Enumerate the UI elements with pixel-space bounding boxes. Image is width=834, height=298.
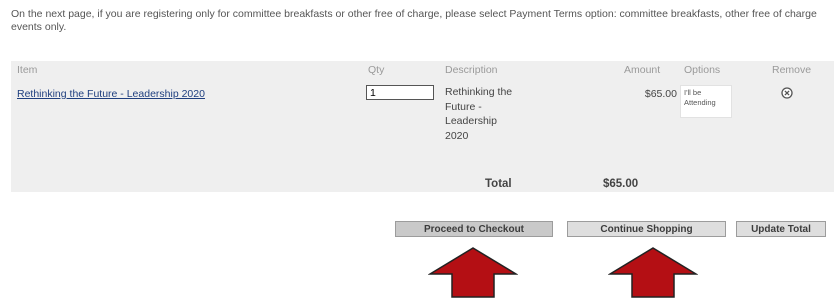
header-remove: Remove	[772, 64, 812, 76]
item-options: I'll be Attending	[680, 85, 732, 118]
quantity-input[interactable]	[366, 85, 434, 100]
proceed-to-checkout-button[interactable]: Proceed to Checkout	[395, 221, 553, 237]
total-value: $65.00	[603, 178, 639, 190]
item-description: Rethinking the Future - Leadership 2020	[445, 86, 513, 142]
up-arrow-icon	[608, 247, 698, 298]
header-item: Item	[17, 64, 38, 76]
up-arrow-icon	[428, 247, 518, 298]
update-total-button[interactable]: Update Total	[736, 221, 826, 237]
header-description: Description	[445, 64, 498, 76]
header-qty: Qty	[368, 64, 385, 76]
continue-shopping-button[interactable]: Continue Shopping	[567, 221, 726, 237]
item-amount: $65.00	[644, 88, 677, 100]
cart-table: Item Qty Description Amount Options Remo…	[11, 61, 834, 192]
payment-terms-notice: On the next page, if you are registering…	[11, 8, 817, 33]
total-label: Total	[485, 178, 512, 190]
item-link[interactable]: Rethinking the Future - Leadership 2020	[17, 88, 205, 100]
header-amount: Amount	[624, 64, 661, 76]
remove-circle-x-icon[interactable]	[781, 86, 793, 99]
header-options: Options	[684, 64, 721, 76]
